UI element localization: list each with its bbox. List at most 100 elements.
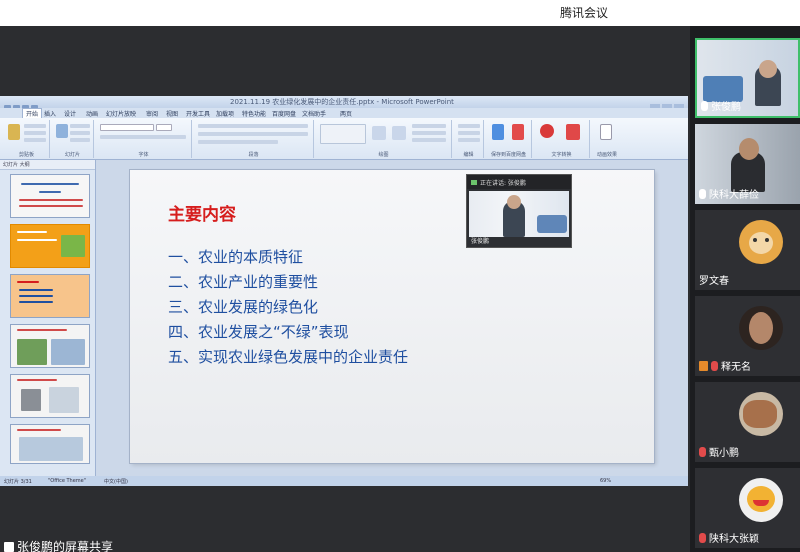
slide-thumbnail[interactable] [10,224,90,268]
find-button[interactable] [458,124,480,128]
slide-thumbnail[interactable] [10,274,90,318]
status-language: 中文(中国) [104,479,128,485]
mic-icon [701,101,708,111]
ribbon-group-clipboard: 剪贴板 [4,120,50,158]
share-screen-icon [4,542,14,552]
quick-styles-icon[interactable] [392,126,406,140]
ribbon-group-paragraph: 段落 [194,120,314,158]
participant-name: 陕科大张颖 [699,530,759,545]
status-zoom[interactable]: 69% [600,478,611,484]
tab-review[interactable]: 审阅 [146,109,158,118]
shape-effects-button[interactable] [412,138,446,142]
ribbon-group-convert: 文字转换 [534,120,590,158]
list-buttons[interactable] [198,124,308,128]
pdf-icon[interactable] [512,124,524,140]
tab-pages[interactable]: 两页 [340,109,352,118]
slide-thumbnails-panel: 幻灯片 大纲 [0,160,96,476]
tab-design[interactable]: 设计 [64,109,76,118]
animation-icon[interactable] [600,124,612,140]
ribbon-tabs: 开始 插入 设计 动画 幻灯片放映 审阅 视图 开发工具 加载项 特色功能 百度… [0,108,688,118]
group-label-clipboard: 剪贴板 [18,152,34,158]
user-icon [699,361,708,371]
participant-name: 释无名 [699,358,751,373]
arrange-icon[interactable] [372,126,386,140]
cut-button[interactable] [24,124,46,128]
ribbon-group-font: 字体 [96,120,192,158]
layout-button[interactable] [70,124,90,128]
ribbon-group-editing: 编辑 [454,120,484,158]
text-direction-buttons[interactable] [198,140,278,144]
group-label-convert: 文字转换 [551,152,572,158]
shapes-gallery[interactable] [320,124,366,144]
slide-item: 三、农业发展的绿色化 [168,298,319,316]
participant-tile[interactable]: 释无名 [695,296,800,376]
font-format-buttons[interactable] [100,135,186,139]
delete-button[interactable] [70,138,90,142]
speaker-video [469,191,569,237]
mic-muted-icon [711,361,718,371]
baidu-save-icon[interactable] [492,124,504,140]
participant-list: 张俊鹏 陕科大薛俭 罗文春 释无名 甄小鹏 陕科大张颖 [690,26,800,552]
tab-animation[interactable]: 动画 [86,109,98,118]
participant-tile[interactable]: 罗文春 [695,210,800,290]
paste-icon[interactable] [8,124,20,140]
tab-home[interactable]: 开始 [22,108,43,118]
avatar [739,306,783,350]
meeting-window: 腾讯会议 2021.11.19 农业绿化发展中的企业责任.pptx - Micr… [0,0,800,552]
tab-insert[interactable]: 插入 [44,109,56,118]
participant-name: 罗文春 [699,276,729,287]
mic-muted-icon [699,533,706,543]
mic-muted-icon [699,447,706,457]
ppt-title-bar: 2021.11.19 农业绿化发展中的企业责任.pptx - Microsoft… [0,96,688,112]
speaking-label: 正在讲话: 张俊鹏 [480,180,526,187]
participant-tile[interactable]: 张俊鹏 [695,38,800,118]
text-convert-icon[interactable] [566,124,580,140]
slide-content-list: 一、农业的本质特征 二、农业产业的重要性 三、农业发展的绿色化 四、农业发展之“… [168,245,408,370]
ribbon-group-drawing: 绘图 [316,120,452,158]
group-label-animation: 动画效果 [596,152,617,158]
group-label-editing: 编辑 [463,152,474,158]
ribbon-group-slides: 幻灯片 [52,120,94,158]
replace-button[interactable] [458,131,480,135]
group-label-drawing: 绘图 [378,152,389,158]
slide-thumbnail[interactable] [10,324,90,368]
record-icon[interactable] [540,124,554,138]
font-name-select[interactable] [100,124,154,131]
slide-item: 一、农业的本质特征 [168,248,304,266]
participant-tile[interactable]: 甄小鹏 [695,382,800,462]
font-size-select[interactable] [156,124,172,131]
slide-thumbnail[interactable] [10,174,90,218]
mic-icon [699,189,706,199]
shape-outline-button[interactable] [412,131,446,135]
share-caption-text: 张俊鹏的屏幕共享 [17,540,114,552]
select-button[interactable] [458,138,480,142]
participant-name: 陕科大薛俭 [699,186,759,201]
new-slide-icon[interactable] [56,124,68,138]
tab-slideshow[interactable]: 幻灯片放映 [106,109,136,118]
copy-button[interactable] [24,131,46,135]
tab-features[interactable]: 特色功能 [242,109,266,118]
tab-doc-assistant[interactable]: 文档助手 [302,109,326,118]
slide-thumbnail[interactable] [10,424,90,464]
align-buttons[interactable] [198,132,308,136]
floating-video-window[interactable]: 正在讲话: 张俊鹏 张俊鹏 [466,174,572,248]
panel-tabs[interactable]: 幻灯片 大纲 [0,160,95,170]
status-slide-number: 幻灯片 3/31 [4,479,32,485]
ppt-window-title: 2021.11.19 农业绿化发展中的企业责任.pptx - Microsoft… [230,98,454,106]
participant-tile[interactable]: 陕科大张颖 [695,468,800,548]
participant-tile[interactable]: 陕科大薛俭 [695,124,800,204]
floating-video-header: 正在讲话: 张俊鹏 [467,175,571,189]
slide-thumbnail[interactable] [10,374,90,418]
current-slide[interactable]: 主要内容 一、农业的本质特征 二、农业产业的重要性 三、农业发展的绿色化 四、农… [130,170,654,463]
tab-addins[interactable]: 加载项 [216,109,234,118]
tab-baidu[interactable]: 百度网盘 [272,109,296,118]
reset-button[interactable] [70,131,90,135]
shape-fill-button[interactable] [412,124,446,128]
format-painter-button[interactable] [24,138,46,142]
group-label-font: 字体 [138,152,149,158]
avatar [739,478,783,522]
tab-view[interactable]: 视图 [166,109,178,118]
slide-canvas-area: 主要内容 一、农业的本质特征 二、农业产业的重要性 三、农业发展的绿色化 四、农… [96,160,688,476]
tab-developer[interactable]: 开发工具 [186,109,210,118]
group-label-slides: 幻灯片 [64,152,80,158]
